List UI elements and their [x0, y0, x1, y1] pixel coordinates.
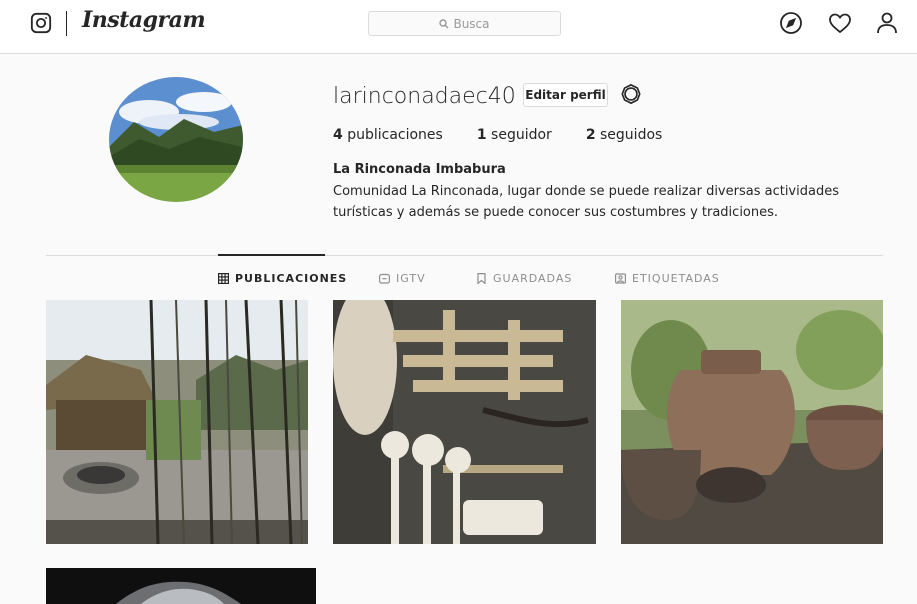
- tab-igtv-label: IGTV: [396, 272, 426, 285]
- followers-count-value: 1: [476, 127, 487, 143]
- settings-gear-icon[interactable]: [620, 83, 642, 105]
- heart-icon[interactable]: [828, 11, 852, 35]
- top-nav: Instagram Busca: [0, 0, 917, 54]
- posts-count-value: 4: [333, 127, 343, 143]
- post-image-clay-pots: [621, 300, 883, 544]
- followers-count[interactable]: 1 seguidor: [477, 127, 552, 143]
- profile-username: larinconadaec40: [333, 84, 516, 109]
- profile-avatar[interactable]: [109, 77, 243, 202]
- post-thumbnail[interactable]: [621, 300, 883, 544]
- post-thumbnail[interactable]: [333, 300, 596, 544]
- edit-profile-button[interactable]: Editar perfil: [523, 83, 608, 107]
- profile-full-name: La Rinconada Imbabura: [333, 162, 506, 177]
- bookmark-icon: [477, 273, 486, 284]
- instagram-logo[interactable]: Instagram: [82, 7, 206, 33]
- post-image-waterfall: [46, 568, 316, 604]
- igtv-icon: [379, 273, 390, 284]
- following-count-value: 2: [585, 127, 596, 143]
- post-image-huts: [46, 300, 308, 544]
- tab-guardadas[interactable]: GUARDADAS: [476, 272, 572, 285]
- grid-icon: [218, 273, 229, 284]
- tab-etiquetadas-label: ETIQUETADAS: [632, 272, 720, 285]
- search-placeholder: Busca: [453, 16, 490, 31]
- tabs-divider: [46, 255, 883, 256]
- tab-igtv[interactable]: IGTV: [379, 272, 426, 285]
- posts-count[interactable]: 4 publicaciones: [333, 127, 443, 143]
- tab-publicaciones[interactable]: PUBLICACIONES: [218, 272, 347, 285]
- tagged-icon: [615, 273, 626, 284]
- search-icon: [439, 18, 449, 28]
- search-input[interactable]: Busca: [368, 11, 561, 36]
- posts-count-label: publicaciones: [347, 127, 443, 143]
- tab-publicaciones-label: PUBLICACIONES: [235, 272, 348, 285]
- followers-count-label: seguidor: [491, 127, 552, 143]
- profile-stats: 4 publicaciones 1 seguidor 2 seguidos: [333, 127, 696, 143]
- following-count[interactable]: 2 seguidos: [586, 127, 663, 143]
- active-tab-indicator: [218, 254, 325, 256]
- tab-guardadas-label: GUARDADAS: [493, 272, 573, 285]
- nav-divider: [66, 11, 67, 36]
- profile-bio: Comunidad La Rinconada, lugar donde se p…: [333, 184, 839, 220]
- explore-compass-icon[interactable]: [779, 11, 803, 35]
- post-thumbnail[interactable]: [46, 568, 316, 604]
- instagram-camera-icon[interactable]: [30, 12, 52, 34]
- post-image-spoons: [333, 300, 596, 544]
- profile-user-icon[interactable]: [875, 11, 899, 35]
- tab-etiquetadas[interactable]: ETIQUETADAS: [615, 272, 720, 285]
- post-thumbnail[interactable]: [46, 300, 308, 544]
- following-count-label: seguidos: [600, 127, 663, 143]
